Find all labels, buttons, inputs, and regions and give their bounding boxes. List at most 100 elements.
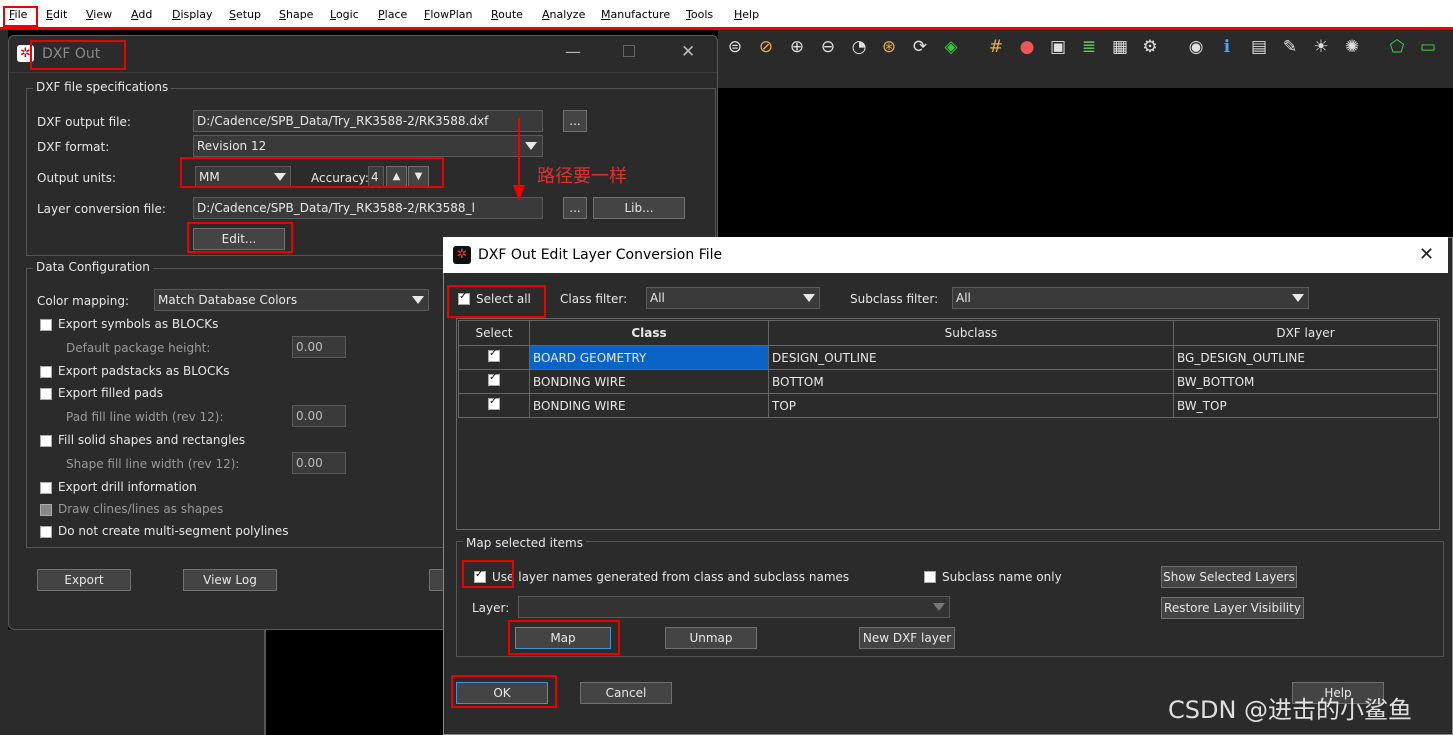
draw-clines-checkbox[interactable] [40, 504, 52, 516]
add-shape-icon[interactable]: ⬠ [1386, 36, 1408, 58]
use-names-checkbox[interactable] [474, 569, 486, 583]
export-filled-pads-checkbox[interactable] [40, 388, 52, 400]
pad-fill-input[interactable]: 0.00 [292, 405, 346, 427]
spreadsheet-icon[interactable]: ▦ [1109, 36, 1131, 58]
fill-shapes-checkbox[interactable] [40, 435, 52, 447]
shadow-icon[interactable]: ▣ [1047, 36, 1069, 58]
board-3d-icon[interactable]: ◈ [940, 36, 962, 58]
menu-edit[interactable]: Edit [46, 8, 67, 21]
zoom-center-icon[interactable]: ⊛ [878, 36, 900, 58]
subclass-only-checkbox[interactable] [924, 571, 936, 583]
ok-button[interactable]: OK [456, 682, 548, 704]
edit-pen-icon[interactable]: ✎ [1279, 36, 1301, 58]
select-all-checkbox[interactable] [458, 291, 470, 305]
class-cell[interactable]: BOARD GEOMETRY [529, 345, 769, 370]
row-select-cell[interactable] [458, 393, 530, 418]
menu-view[interactable]: View [86, 8, 112, 21]
export-drill-checkbox[interactable] [40, 482, 52, 494]
dxf-layer-cell[interactable]: BW_TOP [1173, 393, 1438, 418]
subclass-cell[interactable]: BOTTOM [768, 369, 1174, 394]
menu-route[interactable]: Route [491, 8, 523, 21]
subclass-cell[interactable]: TOP [768, 393, 1174, 418]
visibility-icon[interactable]: ◉ [1185, 36, 1207, 58]
brightness-icon[interactable]: ☀ [1310, 36, 1332, 58]
menu-flowplan[interactable]: FlowPlan [424, 8, 473, 21]
subclass-filter-select[interactable]: All [952, 287, 1309, 309]
format-select[interactable]: Revision 12 [193, 135, 543, 157]
export-padstacks-checkbox[interactable] [40, 366, 52, 378]
output-browse-button[interactable]: ... [563, 110, 587, 132]
redraw-icon[interactable]: ⟳ [909, 36, 931, 58]
table-row[interactable]: BONDING WIRE TOP BW_TOP [458, 393, 1438, 418]
column-header-subclass[interactable]: Subclass [768, 320, 1174, 346]
menu-display[interactable]: Display [172, 8, 213, 21]
menu-logic[interactable]: Logic [330, 8, 359, 21]
accuracy-down-button[interactable]: ▼ [408, 166, 429, 188]
new-dxf-layer-button[interactable]: New DXF layer [859, 627, 955, 649]
subclass-cell[interactable]: DESIGN_OUTLINE [768, 345, 1174, 370]
row-select-cell[interactable] [458, 345, 530, 370]
maximize-icon[interactable] [623, 45, 635, 57]
export-symbols-checkbox[interactable] [40, 319, 52, 331]
menu-analyze[interactable]: Analyze [542, 8, 585, 21]
add-rect-icon[interactable]: ▭ [1417, 36, 1439, 58]
lib-button[interactable]: Lib... [593, 197, 685, 219]
view-log-button[interactable]: View Log [183, 569, 277, 591]
menu-tools[interactable]: Tools [686, 8, 713, 21]
table-row[interactable]: BOARD GEOMETRY DESIGN_OUTLINE BG_DESIGN_… [458, 345, 1438, 370]
show-selected-layers-button[interactable]: Show Selected Layers [1161, 566, 1297, 588]
component-icon[interactable]: ▤ [1248, 36, 1270, 58]
dxf-layer-cell[interactable]: BW_BOTTOM [1173, 369, 1438, 394]
menu-help[interactable]: Help [734, 8, 759, 21]
menu-manufacture[interactable]: Manufacture [601, 8, 670, 21]
map-button[interactable]: Map [515, 627, 611, 649]
row-checkbox[interactable] [488, 372, 500, 386]
edit-button[interactable]: Edit... [193, 228, 285, 250]
column-header-select[interactable]: Select [458, 320, 530, 346]
table-row[interactable]: BONDING WIRE BOTTOM BW_BOTTOM [458, 369, 1438, 394]
zoom-out-icon[interactable]: ⊖ [817, 36, 839, 58]
class-cell[interactable]: BONDING WIRE [529, 369, 769, 394]
zoom-in-icon[interactable]: ⊕ [786, 36, 808, 58]
cancel-button[interactable]: Cancel [580, 682, 672, 704]
class-cell[interactable]: BONDING WIRE [529, 393, 769, 418]
zoom-fit-icon[interactable]: ⊜ [724, 36, 746, 58]
zoom-window-icon[interactable]: ⊘ [755, 36, 777, 58]
export-button[interactable]: Export [37, 569, 131, 591]
dxf-layer-cell[interactable]: BG_DESIGN_OUTLINE [1173, 345, 1438, 370]
info-icon[interactable]: ℹ [1216, 36, 1238, 58]
layer-table: Select Class Subclass DXF layer BOARD GE… [458, 320, 1438, 418]
menu-file[interactable]: File [9, 8, 27, 21]
row-checkbox[interactable] [488, 396, 500, 410]
close-icon[interactable]: ✕ [1419, 244, 1434, 265]
close-icon[interactable]: ✕ [681, 42, 695, 62]
layer-browse-button[interactable]: ... [563, 197, 587, 219]
zoom-previous-icon[interactable]: ◔ [848, 36, 870, 58]
dim-icon[interactable]: ✺ [1341, 36, 1363, 58]
column-header-class[interactable]: Class [529, 320, 769, 346]
restore-visibility-button[interactable]: Restore Layer Visibility [1161, 597, 1304, 619]
no-polylines-checkbox[interactable] [40, 526, 52, 538]
grid-icon[interactable]: # [985, 36, 1007, 58]
menu-place[interactable]: Place [378, 8, 407, 21]
shape-fill-input[interactable]: 0.00 [292, 452, 346, 474]
class-filter-select[interactable]: All [646, 287, 820, 309]
color-icon[interactable]: ● [1016, 36, 1038, 58]
row-select-cell[interactable] [458, 369, 530, 394]
output-file-input[interactable]: D:/Cadence/SPB_Data/Try_RK3588-2/RK3588.… [193, 110, 543, 132]
settings-doc-icon[interactable]: ⚙ [1139, 36, 1161, 58]
layer-file-input[interactable]: D:/Cadence/SPB_Data/Try_RK3588-2/RK3588_… [193, 197, 543, 219]
menu-shape[interactable]: Shape [279, 8, 313, 21]
layers-icon[interactable]: ≣ [1078, 36, 1100, 58]
color-mapping-select[interactable]: Match Database Colors [154, 289, 429, 311]
accuracy-input[interactable]: 4 [368, 166, 384, 188]
unmap-button[interactable]: Unmap [665, 627, 757, 649]
minimize-icon[interactable]: — [565, 42, 581, 61]
pkg-height-input[interactable]: 0.00 [292, 336, 346, 358]
layer-select[interactable] [518, 596, 950, 618]
menu-add[interactable]: Add [131, 8, 152, 21]
row-checkbox[interactable] [488, 348, 500, 362]
column-header-dxf-layer[interactable]: DXF layer [1173, 320, 1438, 346]
accuracy-up-button[interactable]: ▲ [386, 166, 407, 188]
menu-setup[interactable]: Setup [229, 8, 261, 21]
